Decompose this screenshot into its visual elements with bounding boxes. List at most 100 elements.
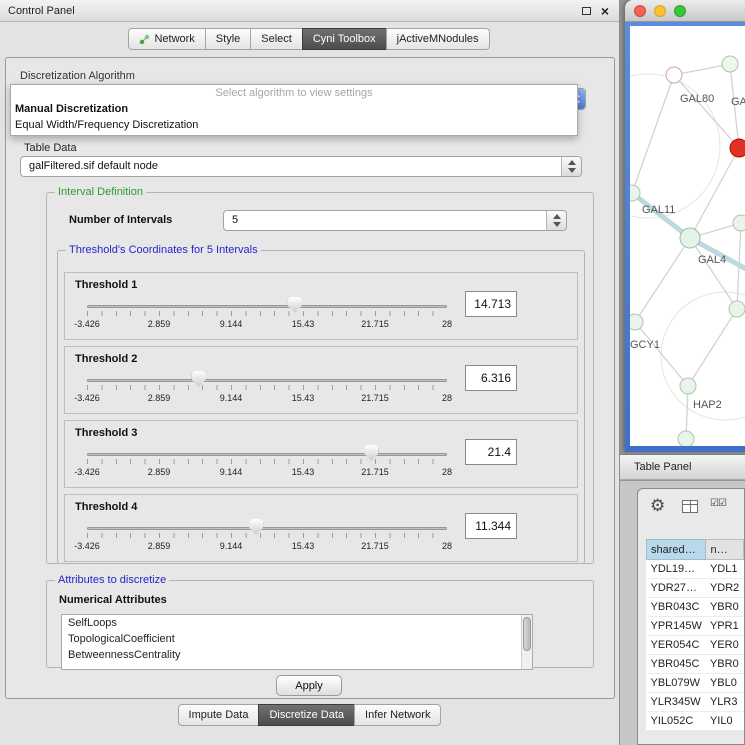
tab-network[interactable]: Network <box>128 28 205 50</box>
numerical-attributes-list[interactable]: SelfLoopsTopologicalCoefficientBetweenne… <box>61 614 533 670</box>
table-cell[interactable]: YLR3 <box>706 693 744 712</box>
table-cell[interactable]: YBR0 <box>706 655 744 674</box>
slider-track[interactable] <box>87 453 447 456</box>
table-cell[interactable]: YIL0 <box>706 712 744 731</box>
table-cell[interactable]: YBR043C <box>647 598 706 617</box>
columns-icon[interactable] <box>682 500 698 513</box>
network-node[interactable] <box>733 215 745 231</box>
table-cell[interactable]: YDL1 <box>706 560 744 579</box>
tab-style[interactable]: Style <box>205 28 251 50</box>
network-edge[interactable] <box>632 75 674 193</box>
network-node[interactable] <box>729 301 745 317</box>
zoom-traffic-light-icon[interactable] <box>674 5 686 17</box>
network-edge[interactable] <box>690 148 739 238</box>
network-edge[interactable] <box>674 75 739 148</box>
network-node[interactable] <box>730 139 745 157</box>
scale-label: 2.859 <box>139 319 179 329</box>
table-cell[interactable]: YDR27… <box>647 579 706 598</box>
network-node-label: GA <box>731 96 745 108</box>
scale-label: 15.43 <box>283 319 323 329</box>
network-node[interactable] <box>666 67 682 83</box>
table-cell[interactable]: YBR0 <box>706 598 744 617</box>
table-cell[interactable]: YIL052C <box>647 712 706 731</box>
scale-label: -3.426 <box>67 319 107 329</box>
threshold-value-field[interactable]: 6.316 <box>465 365 517 391</box>
threshold-value-field[interactable]: 21.4 <box>465 439 517 465</box>
table-cell[interactable]: YBL0 <box>706 674 744 693</box>
table-row[interactable]: YDR27…YDR2 <box>647 579 744 598</box>
scale-label: 2.859 <box>139 393 179 403</box>
num-intervals-combo[interactable]: 5 <box>223 210 567 231</box>
stepper-icon <box>561 157 581 176</box>
network-canvas[interactable]: GAL80GAGAL11GAL4GCY1HAP2 <box>630 26 745 446</box>
network-edge[interactable] <box>635 322 688 386</box>
network-edge[interactable] <box>674 64 730 75</box>
gear-icon[interactable]: ⚙ <box>650 497 665 514</box>
network-node-label: GCY1 <box>630 339 660 351</box>
table-row[interactable]: YER054CYER0 <box>647 636 744 655</box>
slider-track[interactable] <box>87 527 447 530</box>
table-cell[interactable]: YPR145W <box>647 617 706 636</box>
network-window-titlebar[interactable] <box>625 0 745 22</box>
network-node[interactable] <box>722 56 738 72</box>
scale-label: 21.715 <box>355 393 395 403</box>
table-row[interactable]: YBL079WYBL0 <box>647 674 744 693</box>
table-cell[interactable]: YPR1 <box>706 617 744 636</box>
tab-cyni-toolbox[interactable]: Cyni Toolbox <box>302 28 387 50</box>
tab-discretize-data[interactable]: Discretize Data <box>258 704 355 726</box>
slider-track[interactable] <box>87 379 447 382</box>
slider-scale: -3.4262.8599.14415.4321.71528 <box>87 319 447 331</box>
network-node[interactable] <box>630 314 643 330</box>
threshold-label: Threshold 4 <box>75 501 137 513</box>
attribute-list-item[interactable]: TopologicalCoefficient <box>62 631 532 647</box>
dropdown-option-manual-discretization[interactable]: Manual Discretization <box>11 101 577 117</box>
table-data-combo[interactable]: galFiltered.sif default node <box>20 156 582 177</box>
network-view-window: GAL80GAGAL11GAL4GCY1HAP2 <box>625 0 745 452</box>
table-row[interactable]: YPR145WYPR1 <box>647 617 744 636</box>
table-cell[interactable]: YDR2 <box>706 579 744 598</box>
table-cell[interactable]: YLR345W <box>647 693 706 712</box>
scale-label: 9.144 <box>211 319 251 329</box>
column-header-name[interactable]: n… <box>706 540 744 560</box>
table-cell[interactable]: YER0 <box>706 636 744 655</box>
threshold-value-field[interactable]: 14.713 <box>465 291 517 317</box>
dropdown-placeholder: Select algorithm to view settings <box>11 86 577 101</box>
scale-label: 21.715 <box>355 467 395 477</box>
scrollbar-thumb[interactable] <box>523 617 531 651</box>
table-row[interactable]: YBR045CYBR0 <box>647 655 744 674</box>
threshold-value-field[interactable]: 11.344 <box>465 513 517 539</box>
table-panel-header[interactable]: Table Panel <box>620 454 745 480</box>
minimize-traffic-light-icon[interactable] <box>654 5 666 17</box>
table-cell[interactable]: YER054C <box>647 636 706 655</box>
close-traffic-light-icon[interactable] <box>634 5 646 17</box>
threshold-label: Threshold 2 <box>75 353 137 365</box>
select-columns-icon[interactable]: ☑☑ <box>710 498 726 509</box>
table-cell[interactable]: YBL079W <box>647 674 706 693</box>
slider-track[interactable] <box>87 305 447 308</box>
scale-label: 2.859 <box>139 541 179 551</box>
table-row[interactable]: YIL052CYIL0 <box>647 712 744 731</box>
attribute-list-item[interactable]: BetweennessCentrality <box>62 647 532 663</box>
network-node[interactable] <box>680 228 700 248</box>
scrollbar[interactable] <box>521 615 532 669</box>
network-node[interactable] <box>678 431 694 446</box>
table-row[interactable]: YLR345WYLR3 <box>647 693 744 712</box>
dropdown-option-equal-width[interactable]: Equal Width/Frequency Discretization <box>11 117 577 133</box>
column-header-shared-name[interactable]: shared… <box>647 540 706 560</box>
close-icon[interactable]: × <box>601 6 609 16</box>
float-window-icon[interactable] <box>582 7 591 15</box>
tab-impute-data[interactable]: Impute Data <box>178 704 260 726</box>
control-panel-titlebar[interactable]: Control Panel × <box>0 0 619 22</box>
apply-button[interactable]: Apply <box>276 675 342 696</box>
tab-infer-network[interactable]: Infer Network <box>354 704 441 726</box>
tab-jactivemodules[interactable]: jActiveMNodules <box>386 28 490 50</box>
network-edge[interactable] <box>688 309 737 386</box>
table-cell[interactable]: YBR045C <box>647 655 706 674</box>
scale-label: 15.43 <box>283 393 323 403</box>
table-cell[interactable]: YDL19… <box>647 560 706 579</box>
tab-select[interactable]: Select <box>250 28 303 50</box>
table-row[interactable]: YDL19…YDL1 <box>647 560 744 579</box>
network-node[interactable] <box>680 378 696 394</box>
table-row[interactable]: YBR043CYBR0 <box>647 598 744 617</box>
attribute-list-item[interactable]: SelfLoops <box>62 615 532 631</box>
